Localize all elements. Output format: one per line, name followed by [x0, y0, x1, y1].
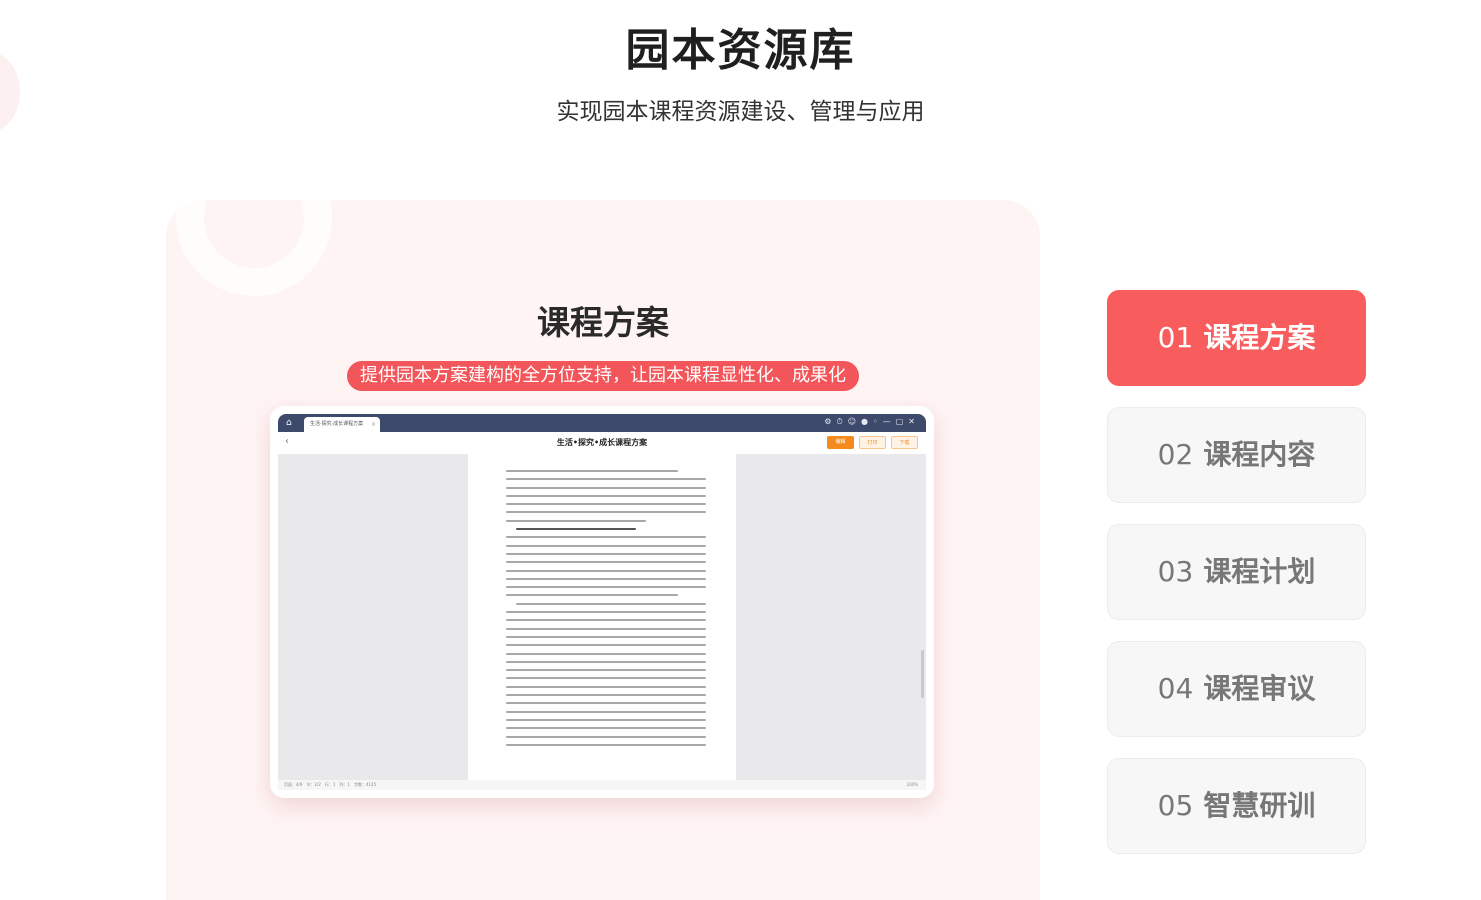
tab-number: 03	[1157, 555, 1194, 588]
document-tab[interactable]: 生活·探究·成长课程方案 ×	[304, 417, 380, 432]
status-bar: 页面：4/9 节：2/2 行：1 列：1 字数：4145 100%	[278, 780, 926, 790]
status-info: 页面：4/9 节：2/2 行：1 列：1 字数：4145	[284, 782, 377, 787]
page-title: 园本资源库	[625, 25, 856, 76]
tab-number: 01	[1157, 321, 1194, 354]
document-tab-label: 生活·探究·成长课程方案	[310, 421, 364, 427]
zoom-level[interactable]: 100%	[907, 780, 918, 790]
app-screenshot-window: ⌂ 生活·探究·成长课程方案 × ⚙⏱☺●◦—▢✕ ‹ 生活•探究•成长课程方案…	[270, 406, 934, 798]
decorative-ring	[176, 200, 332, 296]
tab-course-content[interactable]: 02 课程内容	[1107, 407, 1366, 503]
document-toolbar: ‹ 生活•探究•成长课程方案 编辑 打印 下载	[278, 432, 926, 455]
feature-description-pill: 提供园本方案建构的全方位支持，让园本课程显性化、成果化	[347, 361, 859, 391]
tab-label: 智慧研训	[1203, 789, 1316, 822]
print-button[interactable]: 打印	[859, 436, 886, 449]
tab-course-plan[interactable]: 01 课程方案	[1107, 290, 1366, 386]
page-subtitle: 实现园本课程资源建设、管理与应用	[556, 99, 925, 125]
tab-number: 04	[1157, 672, 1194, 705]
tab-number: 02	[1157, 438, 1194, 471]
edit-button[interactable]: 编辑	[827, 436, 854, 449]
tab-label: 课程审议	[1203, 672, 1316, 705]
tab-course-review[interactable]: 04 课程审议	[1107, 641, 1366, 737]
tab-course-schedule[interactable]: 03 课程计划	[1107, 524, 1366, 620]
feature-panel: 课程方案 提供园本方案建构的全方位支持，让园本课程显性化、成果化 ⌂ 生活·探究…	[166, 200, 1040, 900]
tab-label: 课程方案	[1203, 321, 1316, 354]
tab-label: 课程计划	[1203, 555, 1316, 588]
home-icon[interactable]: ⌂	[286, 418, 296, 428]
document-viewer	[278, 454, 926, 782]
feature-title: 课程方案	[537, 303, 669, 342]
download-button[interactable]: 下载	[891, 436, 918, 449]
tab-smart-training[interactable]: 05 智慧研训	[1107, 758, 1366, 854]
window-titlebar: ⌂ 生活·探究·成长课程方案 × ⚙⏱☺●◦—▢✕	[278, 414, 926, 432]
tab-label: 课程内容	[1203, 438, 1316, 471]
document-page	[468, 454, 736, 782]
window-controls-icon[interactable]: ⚙⏱☺●◦—▢✕	[824, 417, 920, 427]
close-icon[interactable]: ×	[371, 417, 376, 432]
tab-number: 05	[1157, 789, 1194, 822]
scrollbar[interactable]	[921, 650, 924, 698]
